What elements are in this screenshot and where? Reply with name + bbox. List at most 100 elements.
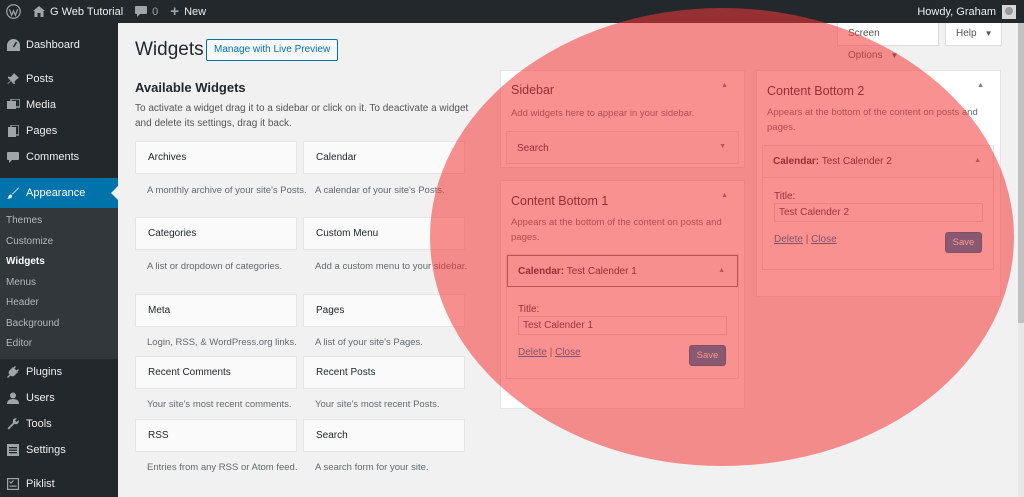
menu-item-appearance[interactable]: Appearance xyxy=(0,178,118,208)
menu-item-dashboard[interactable]: Dashboard xyxy=(0,32,118,58)
menu-label: Piklist xyxy=(26,477,55,490)
howdy-label: Howdy, Graham xyxy=(917,5,996,18)
sidebar-area-content-bottom-2: Content Bottom 2 ▲ Appears at the bottom… xyxy=(756,70,1001,297)
title-field-label: Title: xyxy=(774,191,796,202)
menu-item-users[interactable]: Users xyxy=(0,385,118,411)
help-button[interactable]: Help ▼ xyxy=(945,23,1002,46)
menu-label: Media xyxy=(26,99,56,111)
comment-bubble-icon xyxy=(135,6,148,17)
widget-instance-name: Test Calender 2 xyxy=(821,156,892,167)
widget-control-links: Delete | Close xyxy=(774,234,837,245)
menu-item-plugins[interactable]: Plugins xyxy=(0,359,118,385)
home-icon xyxy=(33,6,45,17)
media-icon xyxy=(6,98,20,112)
menu-item-pages[interactable]: Pages xyxy=(0,118,118,144)
submenu-item-customize[interactable]: Customize xyxy=(0,232,118,253)
arrow-up-icon[interactable]: ▲ xyxy=(718,267,725,274)
menu-label: Plugins xyxy=(26,365,63,378)
widget-tile-calendar[interactable]: Calendar xyxy=(303,141,465,174)
widget-description: A monthly archive of your site's Posts. xyxy=(147,185,307,196)
widget-description: A list of your site's Pages. xyxy=(315,337,423,348)
live-preview-button[interactable]: Manage with Live Preview xyxy=(206,39,339,61)
submenu-item-themes[interactable]: Themes xyxy=(0,211,118,232)
site-name-link[interactable]: G Web Tutorial xyxy=(27,0,129,23)
widget-tile-rss[interactable]: RSS xyxy=(135,419,297,452)
comment-bubble-icon xyxy=(6,150,20,164)
sidebar-widget-search[interactable]: Search ▼ xyxy=(506,131,739,164)
widget-description: A list or dropdown of categories. xyxy=(147,261,283,272)
widget-tile-recent-comments[interactable]: Recent Comments xyxy=(135,356,297,389)
submenu-item-editor[interactable]: Editor xyxy=(0,334,118,355)
widget-instance-name: Test Calender 1 xyxy=(566,266,637,277)
arrow-up-icon[interactable]: ▲ xyxy=(977,82,984,89)
site-name-label: G Web Tutorial xyxy=(50,5,124,18)
settings-icon xyxy=(6,443,20,457)
widget-type: Calendar: xyxy=(773,156,820,167)
page-title: Widgets xyxy=(135,39,204,60)
menu-item-comments[interactable]: Comments xyxy=(0,144,118,170)
pages-icon xyxy=(6,124,20,138)
close-link[interactable]: Close xyxy=(811,234,837,245)
delete-link[interactable]: Delete xyxy=(518,347,547,358)
sidebar-area-title[interactable]: Content Bottom 2 xyxy=(767,84,864,98)
widget-type: Calendar: xyxy=(518,266,565,277)
widget-tile-custom-menu[interactable]: Custom Menu xyxy=(303,217,465,250)
piklist-icon xyxy=(6,477,20,491)
widget-tile-categories[interactable]: Categories xyxy=(135,217,297,250)
widget-header[interactable]: Calendar: Test Calender 1 ▲ xyxy=(507,255,738,287)
close-link[interactable]: Close xyxy=(555,347,581,358)
title-field-label: Title: xyxy=(518,304,540,315)
avatar xyxy=(1002,4,1016,19)
widget-tile-meta[interactable]: Meta xyxy=(135,294,297,327)
screen-options-button[interactable]: Screen Options ▼ xyxy=(837,23,939,61)
paintbrush-icon xyxy=(6,186,20,200)
admin-bar: G Web Tutorial 0 + New Howdy, Graham xyxy=(0,0,1024,23)
scrollbar-thumb[interactable] xyxy=(1018,23,1024,323)
menu-item-piklist[interactable]: Piklist xyxy=(0,471,118,497)
widget-description: A calendar of your site's Posts. xyxy=(315,185,445,196)
menu-label: Dashboard xyxy=(26,39,80,51)
widget-description: Your site's most recent comments. xyxy=(147,399,292,410)
menu-label: Users xyxy=(26,391,55,404)
menu-label: Appearance xyxy=(26,187,86,199)
admin-menu: Dashboard Posts Media Pages Comments App… xyxy=(0,23,118,497)
submenu-item-menus[interactable]: Menus xyxy=(0,273,118,294)
title-field-input[interactable]: Test Calender 2 xyxy=(774,203,983,222)
widget-description: A search form for your site. xyxy=(315,462,429,473)
comments-link[interactable]: 0 xyxy=(129,0,164,23)
arrow-down-icon[interactable]: ▼ xyxy=(719,143,726,150)
arrow-up-icon[interactable]: ▲ xyxy=(721,82,728,89)
widget-tile-archives[interactable]: Archives xyxy=(135,141,297,174)
appearance-submenu: Themes Customize Widgets Menus Header Ba… xyxy=(0,208,118,359)
save-button[interactable]: Save xyxy=(689,345,726,366)
available-widgets-title: Available Widgets xyxy=(135,80,246,95)
widget-header[interactable]: Calendar: Test Calender 2 ▲ xyxy=(763,146,993,178)
save-button[interactable]: Save xyxy=(945,232,982,253)
title-field-input[interactable]: Test Calender 1 xyxy=(518,316,727,335)
widget-tile-pages[interactable]: Pages xyxy=(303,294,465,327)
delete-link[interactable]: Delete xyxy=(774,234,803,245)
menu-item-posts[interactable]: Posts xyxy=(0,66,118,92)
plus-icon: + xyxy=(170,3,180,20)
arrow-up-icon[interactable]: ▲ xyxy=(721,192,728,199)
sidebar-area-description: Add widgets here to appear in your sideb… xyxy=(511,108,695,119)
menu-item-settings[interactable]: Settings xyxy=(0,437,118,463)
widget-description: Add a custom menu to your sidebar. xyxy=(315,261,468,272)
widget-tile-search[interactable]: Search xyxy=(303,419,465,452)
submenu-item-background[interactable]: Background xyxy=(0,314,118,335)
menu-item-tools[interactable]: Tools xyxy=(0,411,118,437)
submenu-item-header[interactable]: Header xyxy=(0,293,118,314)
sidebar-area-title[interactable]: Content Bottom 1 xyxy=(511,194,608,208)
arrow-up-icon[interactable]: ▲ xyxy=(974,157,981,164)
link-separator: | xyxy=(805,234,809,245)
main-content: Widgets Manage with Live Preview Screen … xyxy=(118,23,1024,497)
widget-title: Search xyxy=(517,143,549,154)
menu-item-media[interactable]: Media xyxy=(0,92,118,118)
widget-tile-recent-posts[interactable]: Recent Posts xyxy=(303,356,465,389)
widget-control-links: Delete | Close xyxy=(518,347,581,358)
new-content-link[interactable]: + New xyxy=(164,0,212,23)
wordpress-logo-icon[interactable] xyxy=(0,0,27,23)
my-account-link[interactable]: Howdy, Graham xyxy=(911,0,1024,23)
submenu-item-widgets[interactable]: Widgets xyxy=(0,252,118,273)
sidebar-area-title[interactable]: Sidebar xyxy=(511,83,554,97)
